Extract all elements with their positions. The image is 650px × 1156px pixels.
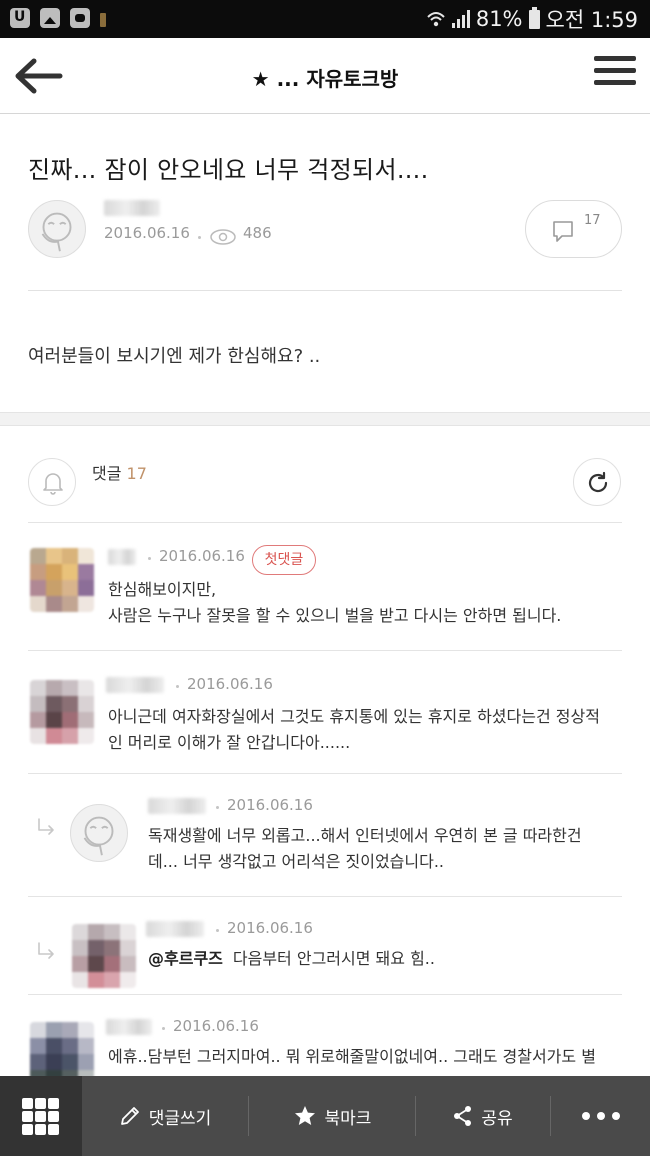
clock: 오전 1:59 (545, 8, 638, 32)
image-notification-icon (40, 8, 60, 28)
divider (28, 522, 622, 523)
refresh-icon (588, 471, 608, 493)
commenter-name-blurred (148, 798, 206, 814)
comment-date: 2016.06.16 (187, 675, 273, 693)
commenter-avatar[interactable] (30, 548, 94, 612)
commenter-name-blurred (106, 1019, 152, 1035)
commenter-name-blurred (108, 549, 136, 565)
comment-text-line: 데... 너무 생각없고 어리석은 짓이었습니다.. (148, 852, 445, 871)
commenter-avatar[interactable] (30, 680, 94, 744)
refresh-button[interactable] (573, 458, 621, 506)
comment-text-line: @후르쿠즈 다음부터 안그러시면 돼요 힘.. (148, 945, 435, 973)
comment-date: 2016.06.16 (159, 547, 245, 565)
menu-button[interactable] (594, 56, 636, 94)
share-button[interactable]: 공유 (416, 1076, 550, 1156)
video-notification-icon (70, 8, 90, 28)
reply-arrow-icon (38, 818, 54, 835)
section-separator (0, 412, 650, 426)
share-label: 공유 (481, 1108, 513, 1129)
commenter-name-blurred (106, 677, 164, 693)
comment-date: 2016.06.16 (173, 1017, 259, 1035)
meta-separator (176, 685, 179, 688)
app-notification-icon (10, 8, 30, 28)
divider (28, 896, 622, 897)
notification-icons (10, 8, 106, 28)
bookmark-button[interactable]: 북마크 (249, 1076, 415, 1156)
meta-separator (198, 236, 201, 239)
comment-count: 17 (584, 213, 601, 228)
pencil-icon (120, 1107, 139, 1125)
post-body: 여러분들이 보시기엔 제가 한심해요? .. (28, 346, 321, 367)
comments-label-text: 댓글 (92, 464, 122, 483)
status-bar: 81% 오전 1:59 (0, 0, 650, 38)
comment-text-line: 에휴..담부턴 그러지마여.. 뭐 위로해줄말이없네여.. 그래도 경찰서가도 … (108, 1047, 596, 1066)
bottom-action-bar: 댓글쓰기 북마크 공유 (0, 1076, 650, 1156)
comments-count: 17 (126, 464, 147, 483)
divider (28, 994, 622, 995)
divider (28, 650, 622, 651)
author-avatar[interactable] (70, 804, 128, 862)
grid-menu-button[interactable] (0, 1076, 82, 1156)
more-options-button[interactable] (551, 1076, 650, 1156)
comments-label: 댓글 17 (92, 460, 147, 484)
post-title: 진짜... 잠이 안오네요 너무 걱정되서.... (28, 156, 429, 184)
more-dots-icon (581, 1112, 620, 1120)
app-header: ★ ... 자유토크방 (0, 38, 650, 114)
comment-text-line: 사람은 누구나 잘못을 할 수 있으니 벌을 받고 다시는 안하면 됩니다. (108, 606, 562, 625)
comment-date: 2016.06.16 (227, 796, 313, 814)
system-status: 81% 오전 1:59 (426, 4, 638, 34)
comment-text-line: 독재생활에 너무 외롭고...해서 인터넷에서 우연히 본 글 따라한건 (148, 826, 582, 845)
comment-text-line: 한심해보이지만, (108, 580, 217, 599)
comment-text: 다음부터 안그러시면 돼요 힘.. (232, 949, 435, 968)
commenter-name-blurred (146, 921, 204, 937)
first-comment-badge: 첫댓글 (252, 545, 316, 575)
comment-count-button[interactable]: 17 (525, 200, 622, 258)
battery-icon (528, 6, 540, 29)
author-name-blurred (104, 200, 160, 216)
bell-icon (43, 473, 63, 495)
meta-separator (148, 557, 151, 560)
share-icon (454, 1106, 472, 1126)
small-notification-icon (100, 13, 106, 27)
divider (28, 290, 622, 291)
app-screen: { "status_bar": { "battery_percent": "81… (0, 0, 650, 1156)
eye-icon (210, 229, 236, 245)
write-comment-label: 댓글쓰기 (148, 1108, 212, 1129)
default-profile-icon (41, 212, 72, 252)
page-title: ★ ... 자유토크방 (251, 67, 399, 91)
default-profile-icon (83, 816, 114, 856)
mention-tag[interactable]: @후르쿠즈 (148, 949, 223, 968)
bookmark-label: 북마크 (324, 1108, 372, 1129)
speech-bubble-icon (553, 221, 573, 242)
write-comment-button[interactable]: 댓글쓰기 (82, 1076, 248, 1156)
post-date: 2016.06.16 (104, 224, 190, 242)
wifi-icon (427, 12, 445, 27)
commenter-avatar[interactable] (72, 924, 136, 988)
comment-date: 2016.06.16 (227, 919, 313, 937)
signal-icon (451, 10, 470, 28)
meta-separator (216, 929, 219, 932)
reply-arrow-icon (38, 942, 54, 959)
star-icon (294, 1106, 315, 1125)
meta-separator (216, 806, 219, 809)
battery-percent: 81% (475, 7, 523, 31)
view-count: 486 (243, 224, 272, 242)
meta-separator (162, 1027, 165, 1030)
divider (28, 773, 622, 774)
comment-text-line: 아니근데 여자화장실에서 그것도 휴지통에 있는 휴지로 하셨다는건 정상적 (108, 707, 600, 726)
notification-button[interactable] (28, 458, 76, 506)
author-avatar[interactable] (28, 200, 86, 258)
comment-text-line: 인 머리로 이해가 잘 안갑니다아...... (108, 733, 351, 752)
